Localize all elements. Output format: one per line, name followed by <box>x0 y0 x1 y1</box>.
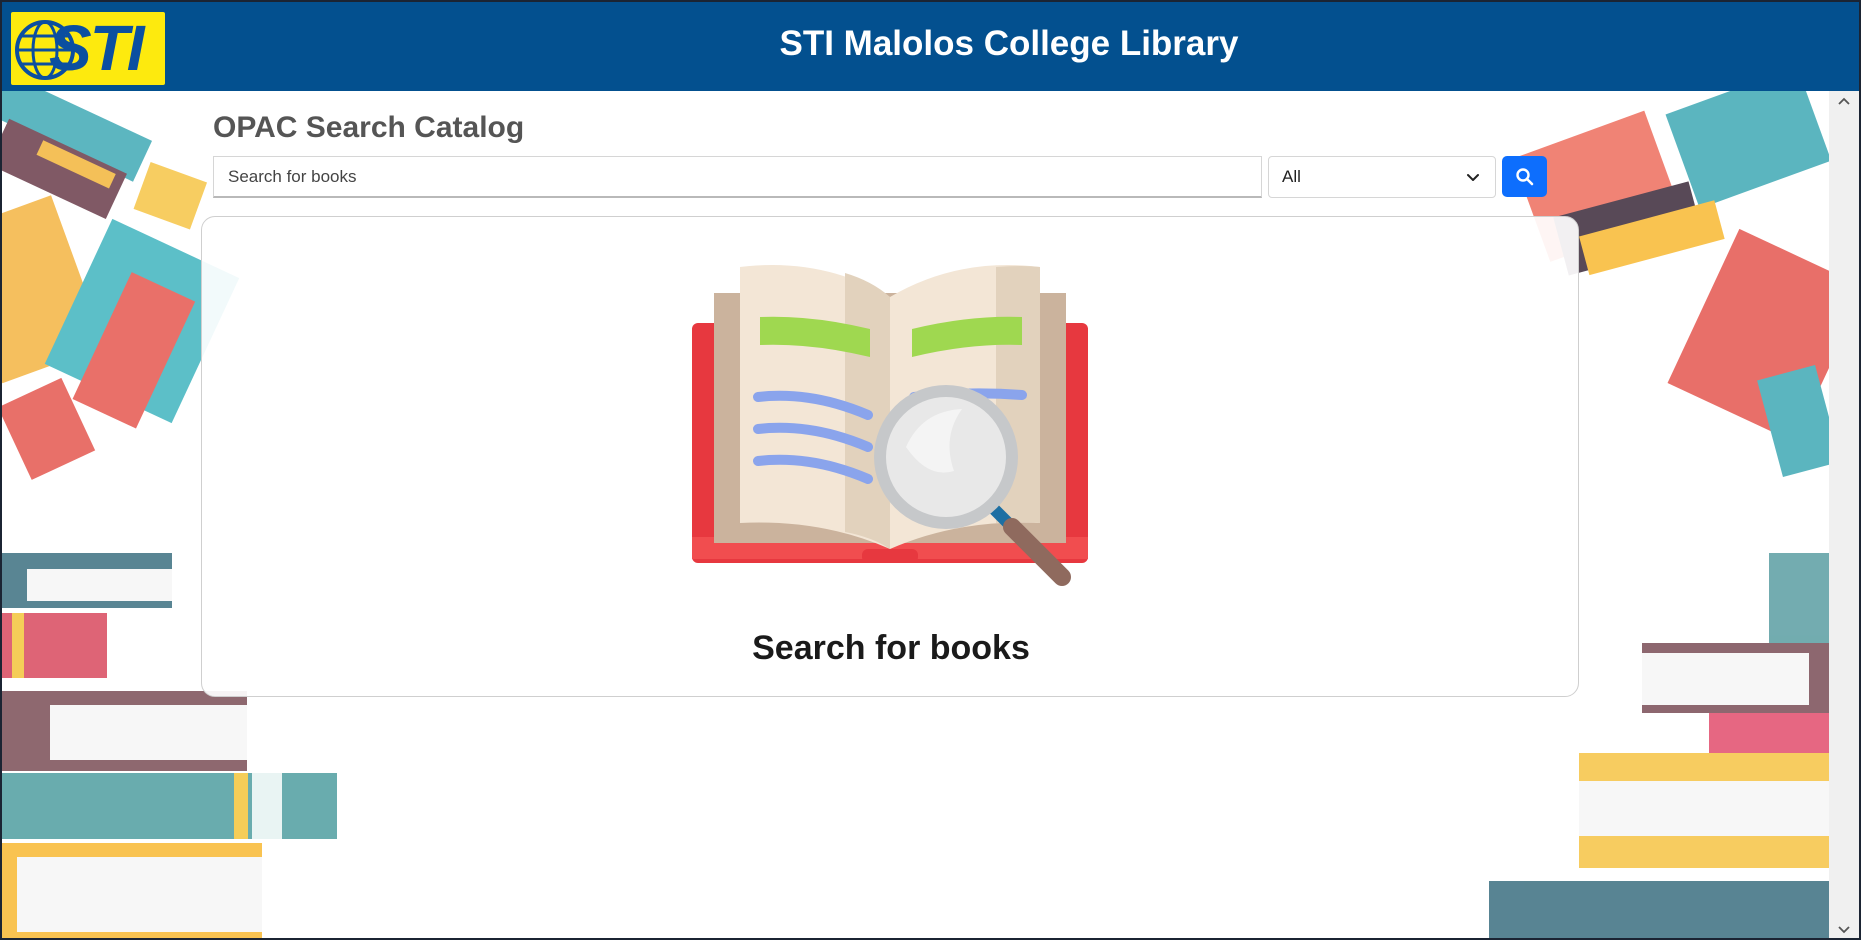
search-icon <box>1516 168 1534 186</box>
scroll-up-icon[interactable] <box>1837 95 1851 109</box>
chevron-down-icon <box>1467 174 1479 181</box>
vertical-scrollbar[interactable] <box>1829 91 1859 938</box>
search-filter-value: All <box>1282 167 1301 186</box>
search-filter-select[interactable]: All <box>1268 156 1496 198</box>
page-title: STI Malolos College Library <box>779 24 1239 63</box>
scroll-down-icon[interactable] <box>1837 922 1851 936</box>
catalog-heading: OPAC Search Catalog <box>213 111 525 144</box>
main-content: OPAC Search Catalog All <box>2 91 1829 938</box>
results-panel: Search for books <box>201 216 1579 697</box>
site-header: STI STI Malolos College Library <box>2 2 1859 91</box>
open-book-magnifier-icon <box>692 265 1088 586</box>
empty-state-message: Search for books <box>752 629 1030 667</box>
search-input[interactable] <box>213 156 1262 198</box>
browser-viewport: STI STI Malolos College Library OPAC Sea… <box>0 0 1861 940</box>
search-button[interactable] <box>1502 156 1547 197</box>
